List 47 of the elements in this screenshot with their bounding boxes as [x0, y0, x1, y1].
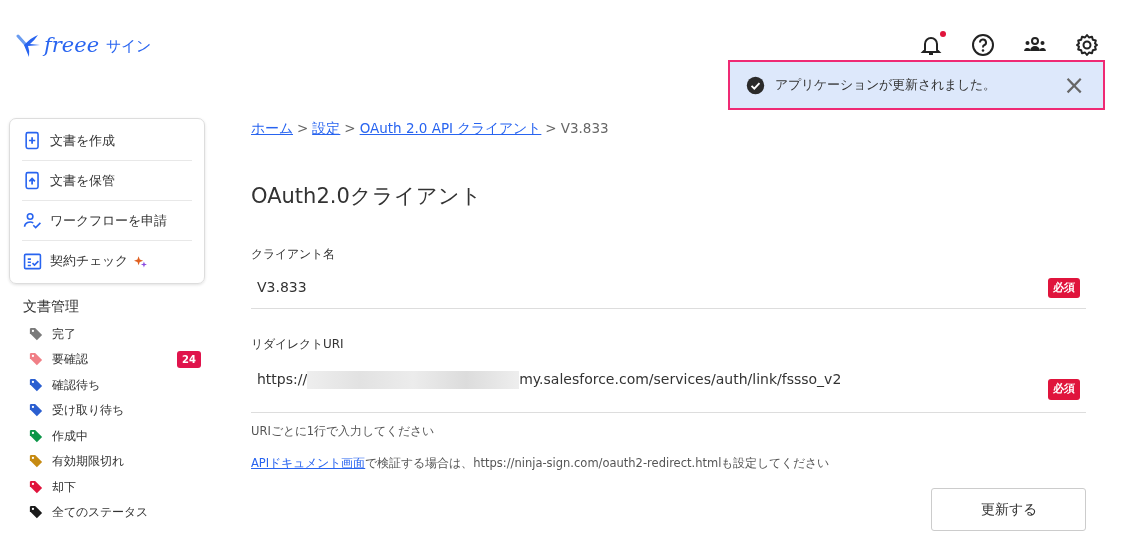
- required-badge: 必須: [1048, 379, 1080, 400]
- breadcrumb-separator: >: [297, 120, 309, 136]
- uri-suffix: my.salesforce.com/services/auth/link/fssso_v2: [519, 370, 842, 390]
- count-badge: 24: [177, 350, 201, 368]
- breadcrumb-link[interactable]: 設定: [312, 120, 341, 136]
- checklist-icon: [23, 251, 42, 271]
- field-label: リダイレクトURI: [251, 336, 345, 354]
- breadcrumb-link[interactable]: ホーム: [251, 120, 293, 136]
- sidebar-action[interactable]: 文書を保管: [22, 161, 192, 201]
- status-item[interactable]: 作成中: [9, 423, 215, 449]
- sidebar-action[interactable]: 契約チェック: [22, 241, 192, 281]
- toast-message: アプリケーションが更新されました。: [775, 76, 997, 95]
- person-check-icon: [23, 211, 42, 230]
- settings-button[interactable]: [1075, 33, 1099, 57]
- sidebar-action[interactable]: 文書を作成: [22, 121, 192, 161]
- breadcrumb-separator: >: [344, 120, 356, 136]
- doc-link[interactable]: APIドキュメント画面: [251, 455, 366, 470]
- logo-wordmark: freee: [44, 32, 100, 59]
- status-item[interactable]: 要確認 24: [9, 346, 215, 372]
- breadcrumb-current: V3.833: [560, 120, 609, 136]
- help-button[interactable]: [971, 33, 995, 57]
- status-item[interactable]: 完了: [9, 321, 215, 347]
- note-text: APIドキュメント画面で検証する場合は、https://ninja-sign.com/oauth2-redirect.htmlも設定してください: [251, 454, 831, 472]
- check-circle-icon: [746, 75, 765, 95]
- required-badge: 必須: [1048, 277, 1080, 299]
- breadcrumb-separator: >: [545, 120, 557, 136]
- text-field[interactable]: https:// my.salesforce.com/services/auth/link/fssso_v2 必須: [251, 363, 1086, 414]
- sidebar-action[interactable]: ワークフローを申請: [22, 201, 192, 241]
- uri-prefix: https://: [257, 370, 308, 390]
- field-label: クライアント名: [251, 246, 336, 264]
- hint-text: URIごとに1行で入力してください: [251, 423, 436, 441]
- bell-button[interactable]: [919, 33, 943, 57]
- breadcrumb-link[interactable]: OAuth 2.0 API クライアント: [359, 120, 542, 136]
- field-value: V3.833: [257, 278, 307, 298]
- status-item[interactable]: 有効期限切れ: [9, 448, 215, 474]
- section-title: 文書管理: [23, 297, 80, 316]
- update-button[interactable]: 更新する: [931, 487, 1086, 531]
- document-upload-icon: [23, 171, 42, 190]
- page-title: OAuth2.0クライアント: [251, 184, 483, 210]
- status-item[interactable]: 確認待ち: [9, 372, 215, 398]
- status-item[interactable]: 受け取り待ち: [9, 397, 215, 423]
- status-item[interactable]: 却下: [9, 474, 215, 500]
- document-plus-icon: [23, 131, 42, 150]
- logo-suffix: サイン: [106, 35, 152, 57]
- close-button[interactable]: ×: [1061, 72, 1087, 98]
- status-item[interactable]: 全てのステータス: [9, 499, 215, 525]
- text-field[interactable]: V3.833 必須: [251, 273, 1086, 310]
